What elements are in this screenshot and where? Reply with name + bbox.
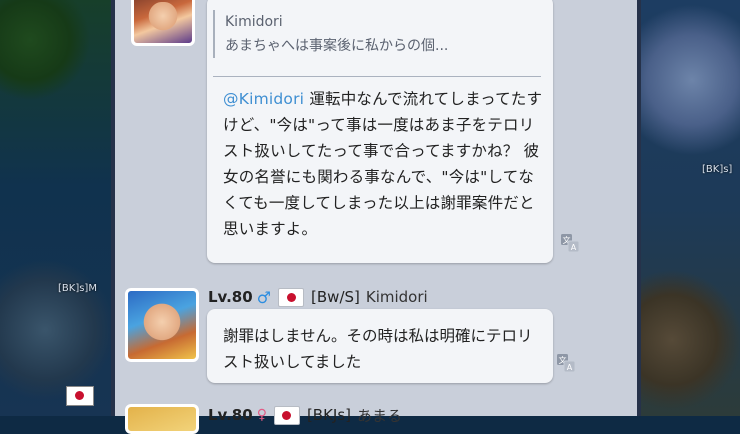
svg-text:A: A <box>567 363 573 372</box>
sender-level: Lv.80 <box>208 288 253 306</box>
svg-text:A: A <box>571 243 577 252</box>
game-map-background-right: [BK]s] <box>632 0 740 416</box>
avatar-portrait <box>146 2 180 33</box>
map-player-label: [BK]s]M <box>58 283 97 294</box>
alliance-tag: [Bw/S] <box>311 288 360 306</box>
map-japan-flag-icon <box>66 386 94 406</box>
sender-name[interactable]: Kimidori <box>366 288 428 306</box>
avatar[interactable] <box>131 0 195 46</box>
game-map-background-left: [BK]s]M <box>0 0 118 416</box>
message-body: 運転中なんで流れてしまってたすけど、"今は"って事は一度はあま子をテロリスト扱い… <box>223 90 543 238</box>
quote-author: Kimidori <box>225 14 283 30</box>
japan-flag-icon <box>278 287 305 307</box>
quoted-reply[interactable]: Kimidori あまちゃへは事案後に私からの個... <box>213 10 545 58</box>
avatar-portrait <box>142 303 182 346</box>
translate-icon[interactable]: 文 A <box>560 233 580 253</box>
avatar[interactable] <box>125 288 199 362</box>
avatar[interactable] <box>125 404 199 434</box>
female-icon: ♀ <box>256 407 267 423</box>
chat-panel[interactable]: Kimidori あまちゃへは事案後に私からの個... @Kimidori 運転… <box>111 0 641 434</box>
chat-message-bubble[interactable]: 謝罪はしません。その時は私は明確にテロリスト扱いしてました <box>207 309 553 383</box>
quote-divider <box>213 76 541 77</box>
alliance-tag: [BKJs] <box>306 406 352 424</box>
sender-info: Lv.80 ♀ [BKJs] あまる <box>208 404 402 426</box>
mention-link[interactable]: @Kimidori <box>223 90 304 108</box>
male-icon: ♂ <box>256 287 272 307</box>
chat-message-bubble[interactable]: Kimidori あまちゃへは事案後に私からの個... @Kimidori 運転… <box>207 0 553 263</box>
message-text: 謝罪はしません。その時は私は明確にテロリスト扱いしてました <box>223 327 533 371</box>
quote-text: あまちゃへは事案後に私からの個... <box>225 38 449 54</box>
japan-flag-icon <box>273 405 300 425</box>
sender-name[interactable]: あまる <box>357 405 402 426</box>
translate-icon[interactable]: 文 A <box>556 353 576 373</box>
map-player-label: [BK]s] <box>702 164 733 175</box>
sender-info: Lv.80 ♂ [Bw/S] Kimidori <box>208 286 428 308</box>
sender-level: Lv.80 <box>208 406 253 424</box>
message-text: @Kimidori 運転中なんで流れてしまってたすけど、"今は"って事は一度はあ… <box>223 86 543 242</box>
